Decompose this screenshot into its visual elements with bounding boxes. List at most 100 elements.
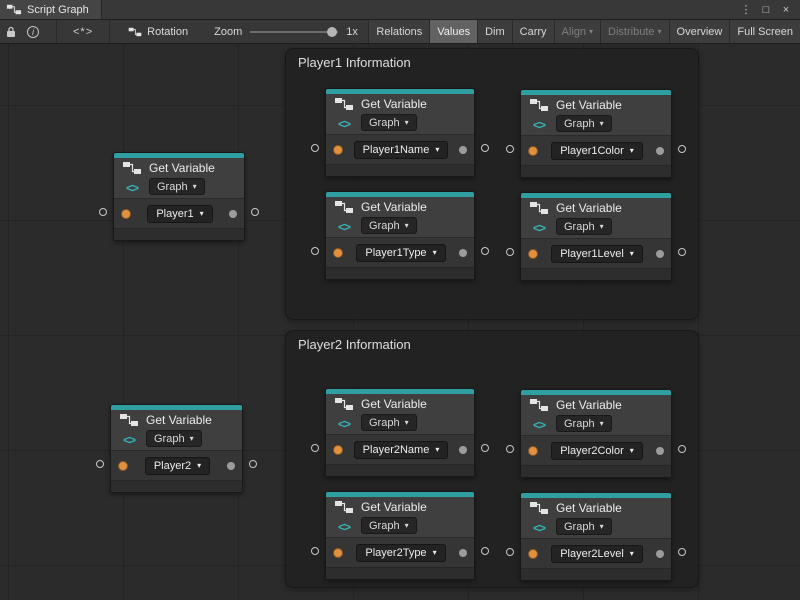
outer-port-left[interactable]: [311, 547, 319, 555]
outer-port-left[interactable]: [96, 460, 104, 468]
node-title: Get Variable: [361, 397, 427, 412]
variable-dropdown[interactable]: Player1Color▾: [551, 142, 643, 160]
toolbar-button-distribute[interactable]: Distribute▾: [600, 20, 668, 43]
graph-icon: [119, 413, 139, 427]
variable-dropdown[interactable]: Player2Level▾: [551, 545, 643, 563]
input-port[interactable]: [121, 209, 131, 219]
outer-port-left[interactable]: [506, 248, 514, 256]
code-view-button[interactable]: <*>: [56, 20, 110, 43]
caret-icon: ▾: [435, 446, 439, 454]
outer-port-left[interactable]: [311, 247, 319, 255]
variable-dropdown[interactable]: Player1▾: [147, 205, 212, 223]
get-variable-node-player1level[interactable]: <> Get Variable Graph▾ Player1Level▾: [520, 192, 672, 281]
get-variable-node-player2name[interactable]: <> Get Variable Graph▾ Player2Name▾: [325, 388, 475, 477]
outer-port-left[interactable]: [506, 145, 514, 153]
outer-port-left[interactable]: [506, 445, 514, 453]
graph-kind-dropdown[interactable]: Graph▾: [556, 518, 612, 535]
zoom-slider[interactable]: [250, 26, 338, 38]
graph-kind-dropdown[interactable]: Graph▾: [556, 115, 612, 132]
outer-port-right[interactable]: [481, 547, 489, 555]
toolbar-button-dim[interactable]: Dim: [477, 20, 512, 43]
get-variable-node-player2type[interactable]: <> Get Variable Graph▾ Player2Type▾: [325, 491, 475, 580]
get-variable-node-player2color[interactable]: <> Get Variable Graph▾ Player2Color▾: [520, 389, 672, 478]
caret-icon: ▾: [630, 550, 634, 558]
toolbar-button-carry[interactable]: Carry: [512, 20, 554, 43]
input-port[interactable]: [118, 461, 128, 471]
variable-dropdown[interactable]: Player2▾: [145, 457, 210, 475]
toolbar-button-values[interactable]: Values: [429, 20, 477, 43]
outer-port-right[interactable]: [249, 460, 257, 468]
tab-script-graph[interactable]: Script Graph: [0, 0, 102, 19]
outer-port-right[interactable]: [678, 248, 686, 256]
code-brackets-icon: <>: [338, 417, 350, 431]
get-variable-node-player1color[interactable]: <> Get Variable Graph▾ Player1Color▾: [520, 89, 672, 178]
variable-dropdown[interactable]: Player2Type▾: [356, 544, 445, 562]
input-port[interactable]: [528, 549, 538, 559]
input-port[interactable]: [528, 146, 538, 156]
input-port[interactable]: [528, 249, 538, 259]
variable-dropdown[interactable]: Player2Name▾: [354, 441, 449, 459]
node-footer: [521, 268, 671, 280]
caret-icon: ▾: [630, 147, 634, 155]
variable-dropdown[interactable]: Player1Name▾: [354, 141, 449, 159]
graph-kind-dropdown[interactable]: Graph▾: [361, 414, 417, 431]
input-port[interactable]: [333, 548, 343, 558]
outer-port-left[interactable]: [99, 208, 107, 216]
graph-kind-dropdown[interactable]: Graph▾: [146, 430, 202, 447]
outer-port-right[interactable]: [678, 445, 686, 453]
graph-kind-dropdown[interactable]: Graph▾: [556, 218, 612, 235]
caret-icon: ▾: [658, 28, 662, 36]
graph-kind-dropdown[interactable]: Graph▾: [361, 517, 417, 534]
get-variable-node-player2level[interactable]: <> Get Variable Graph▾ Player2Level▾: [520, 492, 672, 581]
node-footer: [326, 567, 474, 579]
graph-kind-dropdown[interactable]: Graph▾: [149, 178, 205, 195]
graph-canvas[interactable]: Player1 Information Player2 Information …: [0, 44, 800, 600]
get-variable-node-player1type[interactable]: <> Get Variable Graph▾ Player1Type▾: [325, 191, 475, 280]
caret-icon: ▾: [200, 210, 204, 218]
value-dot: [656, 550, 664, 558]
close-icon[interactable]: ×: [778, 4, 794, 16]
maximize-icon[interactable]: □: [758, 4, 774, 16]
input-port[interactable]: [528, 446, 538, 456]
toolbar-button-relations[interactable]: Relations: [368, 20, 429, 43]
outer-port-left[interactable]: [311, 144, 319, 152]
graph-breadcrumb[interactable]: Rotation: [128, 20, 188, 43]
variable-dropdown[interactable]: Player2Color▾: [551, 442, 643, 460]
variable-dropdown[interactable]: Player1Level▾: [551, 245, 643, 263]
outer-port-right[interactable]: [481, 444, 489, 452]
variable-dropdown[interactable]: Player1Type▾: [356, 244, 445, 262]
value-dot: [229, 210, 237, 218]
get-variable-node-player1name[interactable]: <> Get Variable Graph▾ Player1Name▾: [325, 88, 475, 177]
outer-port-left[interactable]: [506, 548, 514, 556]
value-dot: [459, 249, 467, 257]
toolbar-button-align[interactable]: Align▾: [554, 20, 600, 43]
graph-kind-dropdown[interactable]: Graph▾: [556, 415, 612, 432]
outer-port-right[interactable]: [678, 145, 686, 153]
input-port[interactable]: [333, 445, 343, 455]
toolbar-button-fullscreen[interactable]: Full Screen: [729, 20, 800, 43]
outer-port-right[interactable]: [481, 247, 489, 255]
get-variable-node-player2[interactable]: <> Get Variable Graph▾ Player2▾: [110, 404, 243, 493]
node-footer: [114, 228, 244, 240]
node-title: Get Variable: [146, 413, 212, 428]
value-dot: [656, 250, 664, 258]
node-footer: [521, 465, 671, 477]
graph-kind-dropdown[interactable]: Graph▾: [361, 114, 417, 131]
window-menu-icon[interactable]: ⋮: [738, 3, 754, 16]
info-button[interactable]: i: [22, 20, 44, 43]
outer-port-right[interactable]: [481, 144, 489, 152]
outer-port-left[interactable]: [311, 444, 319, 452]
graph-icon: [334, 397, 354, 411]
value-dot: [656, 147, 664, 155]
caret-icon: ▾: [405, 522, 409, 530]
toolbar-button-overview[interactable]: Overview: [669, 20, 730, 43]
graph-icon: [334, 97, 354, 111]
graph-kind-dropdown[interactable]: Graph▾: [361, 217, 417, 234]
zoom-slider-knob[interactable]: [327, 27, 337, 37]
input-port[interactable]: [333, 145, 343, 155]
input-port[interactable]: [333, 248, 343, 258]
outer-port-right[interactable]: [678, 548, 686, 556]
outer-port-right[interactable]: [251, 208, 259, 216]
get-variable-node-player1[interactable]: <> Get Variable Graph▾ Player1▾: [113, 152, 245, 241]
lock-button[interactable]: [0, 20, 22, 43]
